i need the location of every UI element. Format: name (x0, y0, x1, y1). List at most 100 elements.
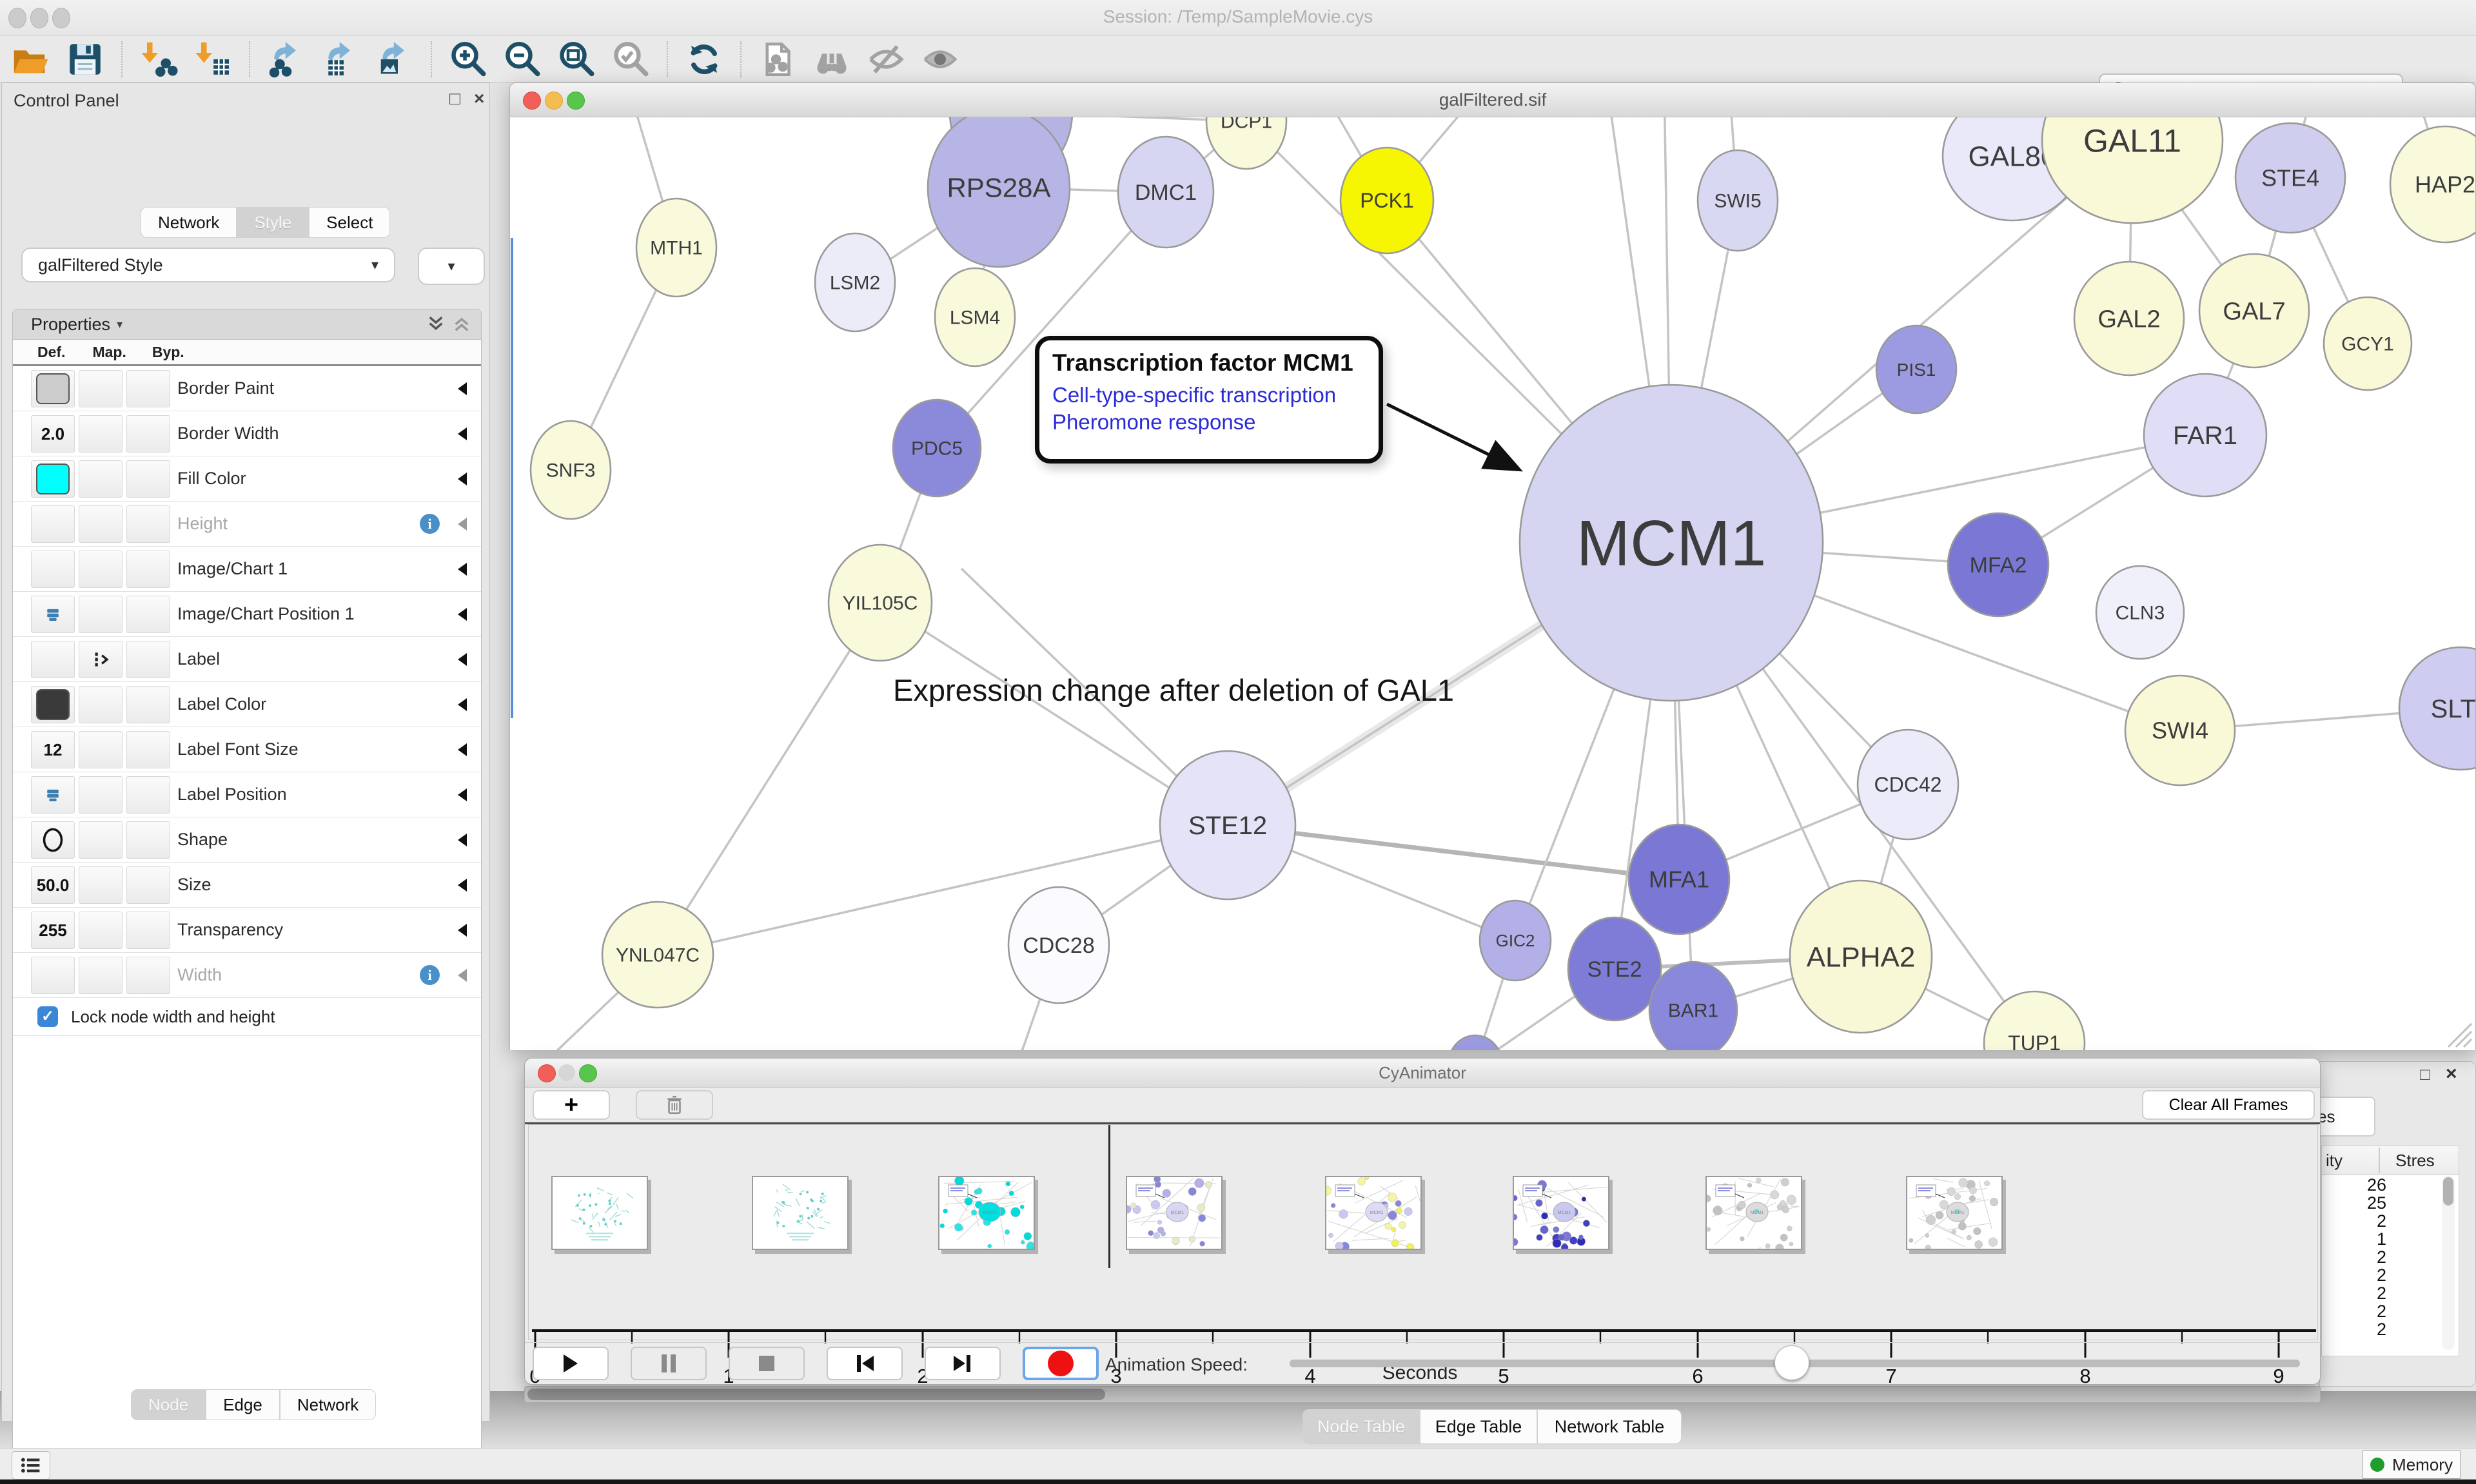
network-node-TUP1[interactable]: TUP1 (1984, 991, 2085, 1050)
zoom-fit-icon[interactable] (556, 39, 596, 79)
network-node-PCK1[interactable]: PCK1 (1341, 148, 1433, 253)
table-row[interactable]: 1 (2322, 1229, 2459, 1247)
network-node-STE12[interactable]: STE12 (1160, 751, 1295, 899)
tab-select[interactable]: Select (309, 207, 390, 238)
clear-all-frames-button[interactable]: Clear All Frames (2142, 1090, 2315, 1120)
timeline-frame-6[interactable]: MCM1 (1513, 1176, 1609, 1250)
memory-button[interactable]: Memory (2363, 1450, 2461, 1479)
record-button[interactable] (1023, 1347, 1099, 1380)
timeline-frame-2[interactable] (752, 1176, 849, 1250)
network-node-YNL047C[interactable]: YNL047C (602, 902, 713, 1008)
network-node-SWI5[interactable]: SWI5 (1698, 150, 1778, 251)
network-node-CLN3[interactable]: CLN3 (2096, 566, 2184, 659)
property-row-width[interactable]: Widthi (13, 953, 481, 998)
cyanimator-titlebar[interactable]: CyAnimator (525, 1059, 2320, 1088)
network-node-GIC2[interactable]: GIC2 (1480, 901, 1551, 981)
property-row-height[interactable]: Heighti (13, 502, 481, 547)
network-window-titlebar[interactable]: galFiltered.sif (510, 83, 2475, 117)
expand-property-icon[interactable] (458, 518, 467, 531)
timeline-frame-1[interactable] (551, 1176, 648, 1250)
network-node-GAL7[interactable]: GAL7 (2199, 254, 2309, 367)
table-row[interactable]: 2 (2322, 1211, 2459, 1229)
style-options-button[interactable]: ▾ (418, 248, 485, 285)
network-node-ALPHA2[interactable]: ALPHA2 (1790, 881, 1932, 1033)
animation-speed-slider[interactable] (1290, 1360, 2300, 1367)
export-network-icon[interactable] (266, 39, 306, 79)
network-node-LSM2[interactable]: LSM2 (815, 233, 895, 331)
property-row-label[interactable]: Label (13, 637, 481, 682)
expand-all-icon[interactable] (426, 315, 446, 333)
property-row-shape[interactable]: Shape (13, 817, 481, 863)
expand-property-icon[interactable] (458, 698, 467, 711)
network-canvas[interactable]: RPS28ADCP1DMC1PCK1MTH1LSM2LSM4SWI5GAL80G… (510, 117, 2475, 1050)
table-row[interactable]: 25 (2322, 1193, 2459, 1211)
timeline-frame-5[interactable]: MCM1 (1325, 1176, 1422, 1250)
network-node-SLT2[interactable]: SLT2 (2399, 647, 2475, 770)
table-row[interactable]: 2 (2322, 1284, 2459, 1302)
property-row-image-chart-1[interactable]: Image/Chart 1 (13, 547, 481, 592)
network-node-MFA1[interactable]: MFA1 (1629, 825, 1729, 934)
timeline-frame-3[interactable]: MCM1 (938, 1176, 1035, 1250)
expand-property-icon[interactable] (458, 969, 467, 982)
table-row[interactable]: 2 (2322, 1247, 2459, 1265)
skip-start-button[interactable] (827, 1347, 903, 1380)
table-row[interactable]: 2 (2322, 1302, 2459, 1320)
property-row-label-font-size[interactable]: 12Label Font Size (13, 727, 481, 772)
network-node-GCY1[interactable]: GCY1 (2324, 297, 2412, 390)
network-node-STE4[interactable]: STE4 (2235, 123, 2345, 233)
network-node-HAP2[interactable]: HAP2 (2390, 126, 2475, 242)
network-node-PDC5[interactable]: PDC5 (893, 400, 981, 496)
expand-property-icon[interactable] (458, 608, 467, 621)
stop-button[interactable] (729, 1347, 805, 1380)
expand-property-icon[interactable] (458, 382, 467, 395)
tab-node-table[interactable]: Node Table (1302, 1409, 1420, 1444)
style-selector[interactable]: galFiltered Style▾ (21, 248, 395, 282)
expand-property-icon[interactable] (458, 788, 467, 801)
expand-property-icon[interactable] (458, 427, 467, 440)
table-row[interactable]: 2 (2322, 1265, 2459, 1284)
table-row[interactable]: 2 (2322, 1320, 2459, 1338)
network-node-DCP1[interactable]: DCP1 (1206, 117, 1286, 169)
network-node-SMALLP[interactable] (1448, 1035, 1502, 1050)
refresh-layout-icon[interactable] (684, 39, 724, 79)
tab-network[interactable]: Network (141, 207, 237, 238)
add-frame-button[interactable]: + (533, 1090, 610, 1120)
network-node-YIL105C[interactable]: YIL105C (829, 545, 932, 661)
column-header[interactable]: ity (2326, 1151, 2343, 1171)
network-node-MCM1[interactable]: MCM1 (1520, 385, 1823, 701)
collapse-all-icon[interactable] (451, 315, 472, 333)
property-row-border-paint[interactable]: Border Paint (13, 366, 481, 411)
tab-style[interactable]: Style (237, 207, 309, 238)
tab-edge-table[interactable]: Edge Table (1420, 1409, 1537, 1444)
network-node-BAR1[interactable]: BAR1 (1649, 962, 1737, 1050)
property-row-label-color[interactable]: Label Color (13, 682, 481, 727)
export-table-icon[interactable] (320, 39, 360, 79)
annotation-link[interactable]: Cell-type-specific transcription (1052, 383, 1366, 407)
timeline-frame-4[interactable]: MCM1 (1126, 1176, 1223, 1250)
property-row-transparency[interactable]: 255Transparency (13, 908, 481, 953)
network-node-STE2[interactable]: STE2 (1568, 917, 1661, 1020)
properties-header[interactable]: Properties▾ (13, 309, 481, 340)
network-node-DMC1[interactable]: DMC1 (1118, 137, 1213, 248)
network-node-CDC42[interactable]: CDC42 (1858, 730, 1958, 839)
annotation-link[interactable]: Pheromone response (1052, 410, 1366, 434)
network-node-GAL11[interactable]: GAL11 (2042, 117, 2223, 223)
delete-frame-button[interactable] (636, 1090, 713, 1120)
network-node-CDC28[interactable]: CDC28 (1008, 887, 1109, 1003)
timeline-playhead[interactable] (1108, 1125, 1110, 1268)
expand-property-icon[interactable] (458, 743, 467, 756)
tab-network-table[interactable]: Network Table (1537, 1409, 1682, 1444)
network-node-SNF3[interactable]: SNF3 (531, 421, 611, 519)
panel-list-button[interactable] (12, 1451, 50, 1479)
table-float-icon[interactable]: □ (2420, 1064, 2430, 1084)
close-panel-icon[interactable]: × (474, 88, 484, 109)
expand-property-icon[interactable] (458, 653, 467, 666)
network-node-MFA2[interactable]: MFA2 (1948, 513, 2049, 616)
open-session-icon[interactable] (11, 39, 51, 79)
column-header[interactable]: Stres (2395, 1151, 2435, 1171)
property-row-border-width[interactable]: 2.0Border Width (13, 411, 481, 456)
expand-property-icon[interactable] (458, 563, 467, 576)
save-session-icon[interactable] (65, 39, 105, 79)
play-button[interactable] (533, 1347, 609, 1380)
property-row-image-chart-position-1[interactable]: Image/Chart Position 1 (13, 592, 481, 637)
